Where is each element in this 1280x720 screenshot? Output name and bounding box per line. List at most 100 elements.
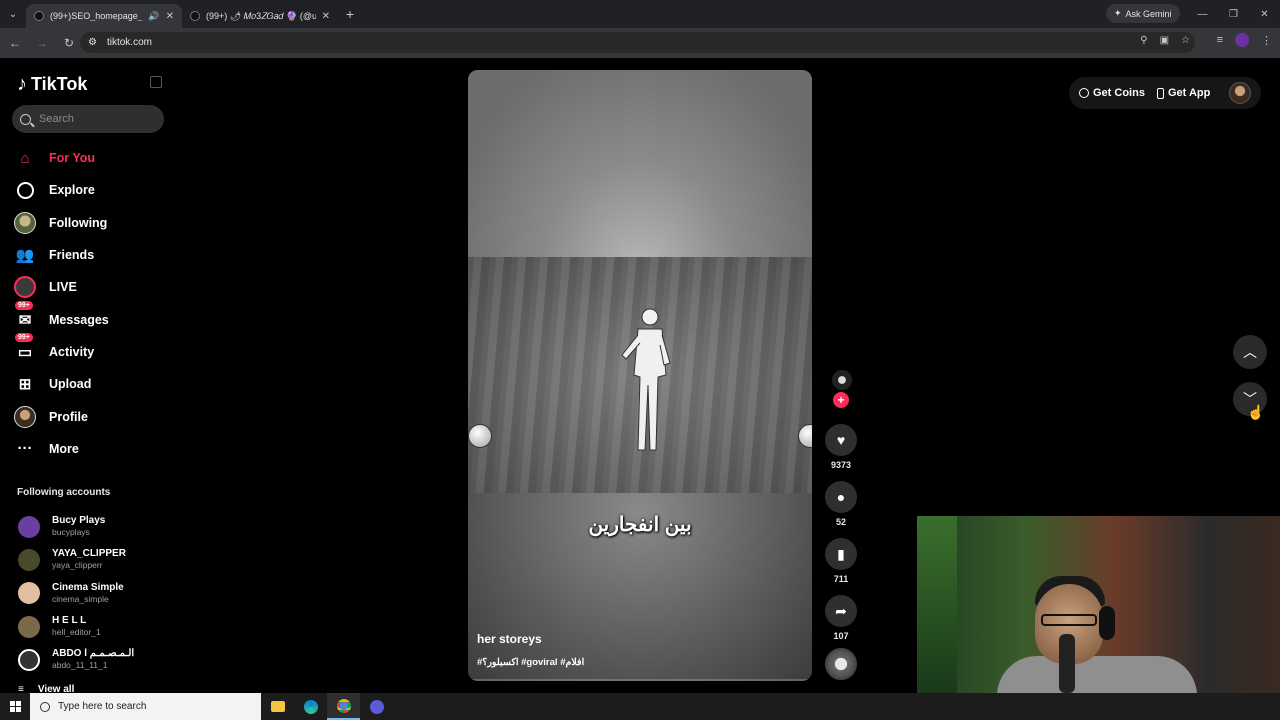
- top-actions-bar: Get Coins Get App: [1069, 77, 1261, 109]
- reading-list-icon[interactable]: ≡: [1217, 34, 1223, 46]
- nav-label: Activity: [49, 344, 95, 359]
- following-account[interactable]: H E L Lhell_editor_1: [18, 610, 178, 643]
- following-accounts-heading: Following accounts: [17, 487, 111, 498]
- close-tab-icon[interactable]: ✕: [166, 11, 174, 22]
- url-text: tiktok.com: [106, 37, 152, 48]
- chevron-up-icon: ︿: [1243, 344, 1257, 360]
- obs-app-icon[interactable]: [360, 693, 393, 720]
- nav-item-friends[interactable]: 👥 Friends: [14, 239, 174, 271]
- zoom-icon[interactable]: ⚲: [1140, 35, 1147, 46]
- minimize-icon[interactable]: —: [1187, 0, 1218, 28]
- comment-icon[interactable]: ●: [825, 481, 857, 513]
- get-coins-button[interactable]: Get Coins: [1079, 87, 1145, 99]
- nav-item-for-you[interactable]: ⌂ For You: [14, 142, 174, 174]
- new-tab-button[interactable]: +: [338, 6, 362, 22]
- following-account[interactable]: Bucy Plays bucyplays: [18, 510, 178, 543]
- nav-item-profile[interactable]: Profile: [14, 400, 174, 432]
- heart-icon[interactable]: ♥: [825, 424, 857, 456]
- browser-tab-inactive[interactable]: (99+) 🌶 𝑀𝑜3𝑍𝐺𝑎𝑑 🔮 (@user ✕: [182, 4, 338, 28]
- taskbar-search-input[interactable]: Type here to search: [30, 693, 261, 720]
- music-disc-icon[interactable]: [825, 648, 857, 680]
- nav-label: Friends: [49, 248, 95, 263]
- nav-item-more[interactable]: ··· More: [14, 433, 174, 465]
- nav-item-explore[interactable]: Explore: [14, 174, 174, 206]
- nav-label: Profile: [49, 409, 88, 424]
- share-arrow-icon[interactable]: ➦: [825, 595, 857, 627]
- back-arrow-icon[interactable]: ←: [3, 31, 27, 55]
- address-bar[interactable]: ⚙ tiktok.com: [80, 32, 1195, 53]
- reload-icon[interactable]: ↻: [57, 31, 81, 55]
- nav-item-following[interactable]: Following: [14, 207, 174, 239]
- following-account[interactable]: Cinema Simple cinema_simple: [18, 577, 178, 610]
- install-app-icon[interactable]: ▣: [1160, 35, 1169, 46]
- bookmark-icon[interactable]: ▮: [825, 538, 857, 570]
- collapse-sidebar-icon[interactable]: [150, 76, 162, 88]
- nav-label: Messages: [49, 312, 109, 327]
- share-count: 107: [833, 631, 849, 641]
- nav-label: More: [49, 441, 79, 456]
- video-overlay-caption: بين انفجارين: [588, 514, 692, 536]
- ask-gemini-label: Ask Gemini: [1125, 8, 1172, 19]
- video-progress-bar[interactable]: [468, 679, 812, 681]
- ask-gemini-button[interactable]: ✦ Ask Gemini: [1106, 4, 1180, 23]
- comment-count: 52: [835, 517, 846, 527]
- chrome-browser-icon[interactable]: [327, 693, 360, 720]
- webcam-headset: [1099, 606, 1115, 640]
- nav-label: Upload: [49, 377, 92, 392]
- following-account[interactable]: YAYA_CLIPPER yaya_clipperr: [18, 543, 178, 576]
- windows-taskbar: Type here to search: [0, 693, 1280, 720]
- nav-label: LIVE: [49, 280, 77, 295]
- video-top-region: [468, 70, 812, 257]
- webcam-person-body: [997, 656, 1197, 693]
- bomb-left: [468, 424, 492, 448]
- profile-avatar[interactable]: [1235, 33, 1249, 47]
- save-action: ▮ 711: [825, 538, 857, 584]
- nav-item-live[interactable]: LIVE: [14, 271, 174, 303]
- speaker-icon[interactable]: 🔊: [148, 11, 159, 22]
- omnibox-actions: ⚲ ▣ ☆: [1140, 35, 1190, 46]
- taskbar-search-placeholder: Type here to search: [58, 701, 147, 712]
- tab-title: (99+) 🌶 𝑀𝑜3𝑍𝐺𝑎𝑑 🔮 (@user: [206, 10, 316, 21]
- follow-plus-button[interactable]: +: [833, 392, 849, 408]
- site-info-icon[interactable]: ⚙: [88, 37, 97, 48]
- tab-search-menu-icon[interactable]: ⌄: [0, 0, 26, 28]
- video-hashtags[interactable]: #اكسبلور؟ #goviral #افلام: [477, 657, 584, 668]
- edge-browser-icon[interactable]: [294, 693, 327, 720]
- video-description: her storeys: [477, 632, 542, 646]
- chrome-menu-icon[interactable]: ⋮: [1261, 34, 1272, 47]
- window-controls: — ❐ ✕: [1187, 0, 1280, 28]
- tiktok-favicon-icon: [190, 11, 200, 21]
- start-button[interactable]: [0, 693, 30, 720]
- search-input[interactable]: Search: [12, 105, 164, 133]
- tiktok-note-icon: ♪: [17, 73, 27, 95]
- file-explorer-icon[interactable]: [261, 693, 294, 720]
- previous-video-button[interactable]: ︿: [1233, 335, 1267, 369]
- save-count: 711: [833, 574, 849, 584]
- nav-label: Explore: [49, 183, 95, 198]
- forward-arrow-icon[interactable]: →: [30, 31, 54, 55]
- creator-avatar[interactable]: [832, 370, 852, 390]
- get-app-button[interactable]: Get App: [1156, 87, 1210, 99]
- profile-avatar-icon: [14, 405, 36, 428]
- nav-item-upload[interactable]: ⊞ Upload: [14, 368, 174, 400]
- video-player[interactable]: بين انفجارين her storeys #اكسبلور؟ #govi…: [468, 70, 812, 681]
- restore-icon[interactable]: ❐: [1218, 0, 1249, 28]
- live-icon: [14, 276, 36, 299]
- home-icon: ⌂: [20, 149, 30, 167]
- browser-tab-active[interactable]: (99+)SEO_homepage_title 🔊 ✕: [26, 4, 182, 28]
- following-avatar-icon: [14, 211, 36, 234]
- nav-item-activity[interactable]: ▭ 99+ Activity: [14, 332, 174, 368]
- friends-icon: 👥: [15, 247, 35, 265]
- main-nav: ⌂ For You Explore Following 👥 Friends LI…: [14, 142, 174, 465]
- user-avatar[interactable]: [1229, 82, 1251, 104]
- following-account[interactable]: ABDO l ﺍﻟـﻤـﺼـﻤـﻢ abdo_11_11_1: [18, 643, 178, 676]
- search-icon: [40, 701, 50, 712]
- close-tab-icon[interactable]: ✕: [322, 11, 330, 22]
- tab-title: (99+)SEO_homepage_title: [50, 11, 143, 21]
- bookmark-star-icon[interactable]: ☆: [1181, 35, 1190, 46]
- nav-item-messages[interactable]: ✉ 99+ Messages: [14, 300, 174, 335]
- toolbar-right: ≡ ⋮: [1217, 33, 1272, 47]
- windows-logo-icon: [9, 701, 21, 712]
- close-window-icon[interactable]: ✕: [1249, 0, 1280, 28]
- tiktok-logo[interactable]: ♪ TikTok: [17, 73, 87, 96]
